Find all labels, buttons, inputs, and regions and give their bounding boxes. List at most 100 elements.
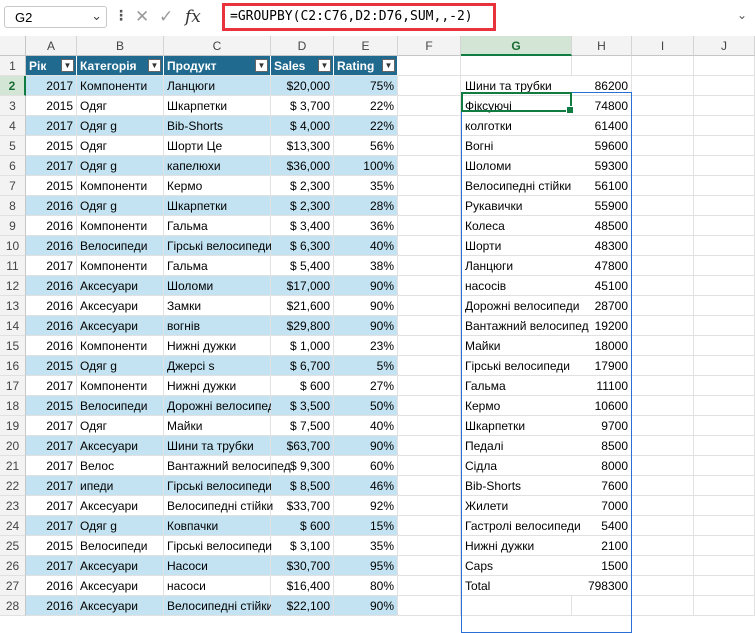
groupby-product-cell[interactable]: Майки xyxy=(461,336,572,356)
groupby-product-cell[interactable]: Вантажний велосипед xyxy=(461,316,589,336)
row-header-14[interactable]: 14 xyxy=(0,316,26,336)
table-cell[interactable]: 2017 xyxy=(26,156,77,176)
table-cell[interactable]: $ 6,700 xyxy=(271,356,334,376)
empty-cell[interactable] xyxy=(632,76,694,96)
table-cell[interactable]: Компоненти xyxy=(77,336,164,356)
table-cell[interactable]: Ковпачки xyxy=(164,516,271,536)
groupby-sales-cell[interactable]: 7000 xyxy=(572,496,632,516)
table-cell[interactable]: $22,100 xyxy=(271,596,334,616)
table-cell[interactable]: $ 7,500 xyxy=(271,416,334,436)
empty-cell[interactable] xyxy=(572,56,632,76)
table-cell[interactable]: $ 8,500 xyxy=(271,476,334,496)
table-cell[interactable]: Аксесуари xyxy=(77,436,164,456)
empty-cell[interactable] xyxy=(632,296,694,316)
groupby-product-cell[interactable]: колготки xyxy=(461,116,572,136)
table-cell[interactable]: 2016 xyxy=(26,576,77,596)
empty-cell[interactable] xyxy=(398,116,461,136)
table-cell[interactable]: 2017 xyxy=(26,256,77,276)
row-header-18[interactable]: 18 xyxy=(0,396,26,416)
table-cell[interactable]: Гірські велосипеди xyxy=(164,536,272,556)
table-cell[interactable]: 90% xyxy=(334,596,398,616)
row-header-13[interactable]: 13 xyxy=(0,296,26,316)
table-cell[interactable]: $ 600 xyxy=(271,516,334,536)
table-cell[interactable]: Аксесуари xyxy=(77,496,164,516)
table-cell[interactable]: 2017 xyxy=(26,476,77,496)
empty-cell[interactable] xyxy=(398,356,461,376)
table-cell[interactable]: 5% xyxy=(334,356,398,376)
row-header-7[interactable]: 7 xyxy=(0,176,26,196)
select-all-corner[interactable] xyxy=(0,36,26,56)
groupby-sales-cell[interactable]: 8000 xyxy=(572,456,632,476)
empty-cell[interactable] xyxy=(398,416,461,436)
row-header-8[interactable]: 8 xyxy=(0,196,26,216)
table-cell[interactable]: Шини та трубки xyxy=(164,436,271,456)
table-cell[interactable]: $ 2,300 xyxy=(271,196,334,216)
empty-cell[interactable] xyxy=(398,476,461,496)
empty-cell[interactable] xyxy=(694,256,755,276)
empty-cell[interactable] xyxy=(398,316,461,336)
empty-cell[interactable] xyxy=(398,456,461,476)
row-header-22[interactable]: 22 xyxy=(0,476,26,496)
empty-cell[interactable] xyxy=(398,96,461,116)
table-cell[interactable]: Гірські велосипеди xyxy=(164,476,272,496)
table-header-cell[interactable]: Sales ▼ xyxy=(271,56,334,76)
table-cell[interactable]: $ 5,400 xyxy=(271,256,334,276)
empty-cell[interactable] xyxy=(632,56,694,76)
empty-cell[interactable] xyxy=(398,496,461,516)
empty-cell[interactable] xyxy=(398,576,461,596)
empty-cell[interactable] xyxy=(694,536,755,556)
table-cell[interactable]: 60% xyxy=(334,456,398,476)
column-header-f[interactable]: F xyxy=(398,36,461,56)
table-cell[interactable]: 90% xyxy=(334,296,398,316)
table-cell[interactable]: $29,800 xyxy=(271,316,334,336)
table-cell[interactable]: Гірські велосипеди xyxy=(164,236,272,256)
empty-cell[interactable] xyxy=(398,196,461,216)
table-cell[interactable]: 28% xyxy=(334,196,398,216)
column-header-b[interactable]: B xyxy=(77,36,164,56)
empty-cell[interactable] xyxy=(398,536,461,556)
table-cell[interactable]: капелюхи xyxy=(164,156,271,176)
table-cell[interactable]: 36% xyxy=(334,216,398,236)
table-cell[interactable]: 2015 xyxy=(26,356,77,376)
table-cell[interactable]: 2015 xyxy=(26,176,77,196)
empty-cell[interactable] xyxy=(694,416,755,436)
table-cell[interactable]: $21,600 xyxy=(271,296,334,316)
groupby-sales-cell[interactable]: 8500 xyxy=(572,436,632,456)
groupby-sales-cell[interactable]: 798300 xyxy=(572,576,632,596)
row-header-5[interactable]: 5 xyxy=(0,136,26,156)
empty-cell[interactable] xyxy=(632,436,694,456)
empty-cell[interactable] xyxy=(632,136,694,156)
empty-cell[interactable] xyxy=(398,296,461,316)
table-cell[interactable]: 22% xyxy=(334,96,398,116)
empty-cell[interactable] xyxy=(632,356,694,376)
empty-cell[interactable] xyxy=(461,596,572,616)
column-header-j[interactable]: J xyxy=(694,36,755,56)
groupby-product-cell[interactable]: Фіксуючі xyxy=(461,96,572,116)
groupby-sales-cell[interactable]: 9700 xyxy=(572,416,632,436)
table-cell[interactable]: Компоненти xyxy=(77,76,164,96)
table-cell[interactable]: Аксесуари xyxy=(77,596,164,616)
empty-cell[interactable] xyxy=(632,156,694,176)
table-cell[interactable]: Компоненти xyxy=(77,176,164,196)
cancel-icon[interactable]: ✕ xyxy=(135,7,149,27)
empty-cell[interactable] xyxy=(694,596,755,616)
column-header-e[interactable]: E xyxy=(334,36,398,56)
groupby-sales-cell[interactable]: 1500 xyxy=(572,556,632,576)
groupby-product-cell[interactable]: Гастролі велосипеди xyxy=(461,516,581,536)
groupby-sales-cell[interactable]: 61400 xyxy=(572,116,632,136)
table-cell[interactable]: 2017 xyxy=(26,496,77,516)
row-header-16[interactable]: 16 xyxy=(0,356,26,376)
column-header-g[interactable]: G xyxy=(461,36,572,56)
empty-cell[interactable] xyxy=(632,256,694,276)
groupby-sales-cell[interactable]: 45100 xyxy=(572,276,632,296)
empty-cell[interactable] xyxy=(694,216,755,236)
filter-dropdown-icon[interactable]: ▼ xyxy=(318,59,331,72)
empty-cell[interactable] xyxy=(398,516,461,536)
empty-cell[interactable] xyxy=(694,56,755,76)
groupby-product-cell[interactable]: Caps xyxy=(461,556,572,576)
table-cell[interactable]: 2016 xyxy=(26,196,77,216)
empty-cell[interactable] xyxy=(694,296,755,316)
empty-cell[interactable] xyxy=(694,556,755,576)
empty-cell[interactable] xyxy=(694,436,755,456)
table-cell[interactable]: $63,700 xyxy=(271,436,334,456)
